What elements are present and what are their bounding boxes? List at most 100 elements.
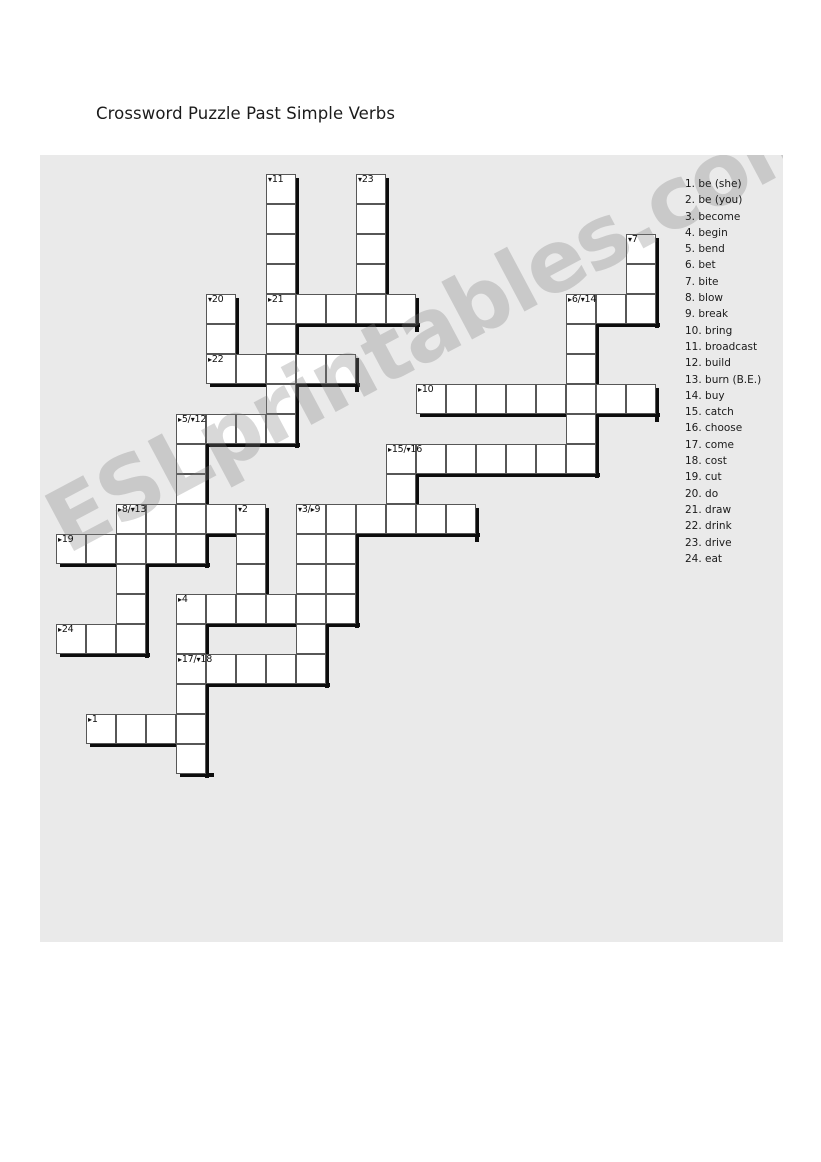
crossword-cell[interactable] — [386, 474, 416, 504]
crossword-cell[interactable] — [446, 444, 476, 474]
crossword-cell[interactable] — [146, 534, 176, 564]
crossword-cell[interactable] — [266, 204, 296, 234]
crossword-cell[interactable] — [116, 594, 146, 624]
crossword-cell[interactable] — [266, 234, 296, 264]
crossword-cell[interactable] — [266, 324, 296, 354]
crossword-cell[interactable] — [236, 354, 266, 384]
crossword-cell[interactable] — [176, 744, 206, 774]
clue-number: ▸22 — [208, 354, 224, 365]
crossword-cell[interactable] — [236, 534, 266, 564]
page-title: Crossword Puzzle Past Simple Verbs — [96, 104, 396, 123]
crossword-cell[interactable] — [326, 594, 356, 624]
crossword-cell[interactable] — [566, 324, 596, 354]
crossword-cell[interactable] — [266, 354, 296, 384]
crossword-cell[interactable] — [356, 204, 386, 234]
crossword-cell[interactable] — [536, 444, 566, 474]
crossword-cell[interactable] — [266, 654, 296, 684]
word-list-item: 1. be (she) — [685, 178, 742, 190]
crossword-grid[interactable]: ▾11 ▾23 ▾7 ▾20 ▸21 ▸6/▾14 ▸22 ▸10 ▸5/▾12 ▸15/▾16 ▸… — [40, 155, 783, 942]
crossword-cell[interactable] — [206, 594, 236, 624]
crossword-cell[interactable] — [296, 624, 326, 654]
crossword-cell[interactable] — [296, 564, 326, 594]
crossword-cell[interactable] — [266, 414, 296, 444]
word-list-item: 23. drive — [685, 536, 732, 549]
crossword-cell[interactable] — [566, 444, 596, 474]
crossword-cell[interactable] — [596, 294, 626, 324]
crossword-cell[interactable] — [506, 384, 536, 414]
crossword-cell[interactable] — [386, 504, 416, 534]
crossword-cell[interactable] — [566, 384, 596, 414]
crossword-cell[interactable] — [176, 534, 206, 564]
crossword-cell[interactable] — [146, 714, 176, 744]
clue-number: ▸17/▾18 — [178, 654, 213, 665]
crossword-cell[interactable] — [86, 534, 116, 564]
crossword-cell[interactable] — [356, 504, 386, 534]
crossword-cell[interactable] — [296, 594, 326, 624]
crossword-cell[interactable] — [476, 384, 506, 414]
crossword-cell[interactable] — [296, 294, 326, 324]
crossword-cell[interactable] — [566, 354, 596, 384]
crossword-cell[interactable] — [116, 624, 146, 654]
word-list-item: 6. bet — [685, 259, 716, 272]
clue-number: ▾23 — [358, 174, 374, 185]
crossword-cell[interactable] — [326, 354, 356, 384]
crossword-cell[interactable] — [86, 624, 116, 654]
crossword-cell[interactable] — [506, 444, 536, 474]
word-list-item: 14. buy — [685, 389, 725, 402]
crossword-cell[interactable] — [476, 444, 506, 474]
crossword-cell[interactable] — [386, 294, 416, 324]
crossword-cell[interactable] — [326, 294, 356, 324]
crossword-cell[interactable] — [446, 504, 476, 534]
crossword-cell[interactable] — [326, 564, 356, 594]
crossword-cell[interactable] — [626, 264, 656, 294]
crossword-cell[interactable] — [356, 234, 386, 264]
crossword-cell[interactable] — [176, 684, 206, 714]
crossword-cell[interactable] — [416, 504, 446, 534]
crossword-cell[interactable] — [206, 504, 236, 534]
crossword-cell[interactable] — [596, 384, 626, 414]
crossword-cell[interactable] — [116, 534, 146, 564]
crossword-cell[interactable] — [206, 324, 236, 354]
crossword-cell[interactable] — [356, 264, 386, 294]
crossword-cell[interactable] — [116, 714, 146, 744]
crossword-cell[interactable] — [236, 654, 266, 684]
crossword-cell[interactable] — [206, 414, 236, 444]
crossword-cell[interactable] — [626, 294, 656, 324]
word-list-item: 4. begin — [685, 226, 728, 239]
crossword-cell[interactable] — [356, 294, 386, 324]
crossword-cell[interactable] — [236, 414, 266, 444]
crossword-cell[interactable] — [326, 534, 356, 564]
clue-number: ▸1 — [88, 714, 98, 725]
crossword-cell[interactable] — [296, 354, 326, 384]
crossword-cell[interactable] — [176, 714, 206, 744]
crossword-cell[interactable] — [176, 504, 206, 534]
clue-number: ▾20 — [208, 294, 224, 305]
crossword-cell[interactable] — [296, 654, 326, 684]
crossword-cell[interactable] — [236, 594, 266, 624]
crossword-cell[interactable] — [266, 384, 296, 414]
word-list-item: 8. blow — [685, 292, 723, 305]
word-list-item: 22. drink — [685, 520, 732, 533]
word-list-item: 24. eat — [685, 552, 723, 565]
word-list-item: 5. bend — [685, 243, 725, 256]
crossword-cell[interactable] — [176, 474, 206, 504]
crossword-cell[interactable] — [296, 534, 326, 564]
word-list-item: 11. broadcast — [685, 340, 758, 353]
crossword-cell[interactable] — [176, 444, 206, 474]
crossword-cell[interactable] — [326, 504, 356, 534]
crossword-cell[interactable] — [446, 384, 476, 414]
crossword-cell[interactable] — [566, 414, 596, 444]
clue-number: ▸21 — [268, 294, 284, 305]
crossword-cell[interactable] — [536, 384, 566, 414]
crossword-cell[interactable] — [266, 594, 296, 624]
crossword-cell[interactable] — [146, 504, 176, 534]
crossword-cell[interactable] — [176, 624, 206, 654]
clue-number: ▸4 — [178, 594, 188, 605]
clue-number: ▾11 — [268, 174, 284, 185]
crossword-cell[interactable] — [626, 384, 656, 414]
crossword-cell[interactable] — [236, 564, 266, 594]
crossword-cell[interactable] — [116, 564, 146, 594]
word-list-item: 9. break — [685, 308, 729, 321]
crossword-cell[interactable] — [266, 264, 296, 294]
clue-number: ▾7 — [628, 234, 638, 245]
